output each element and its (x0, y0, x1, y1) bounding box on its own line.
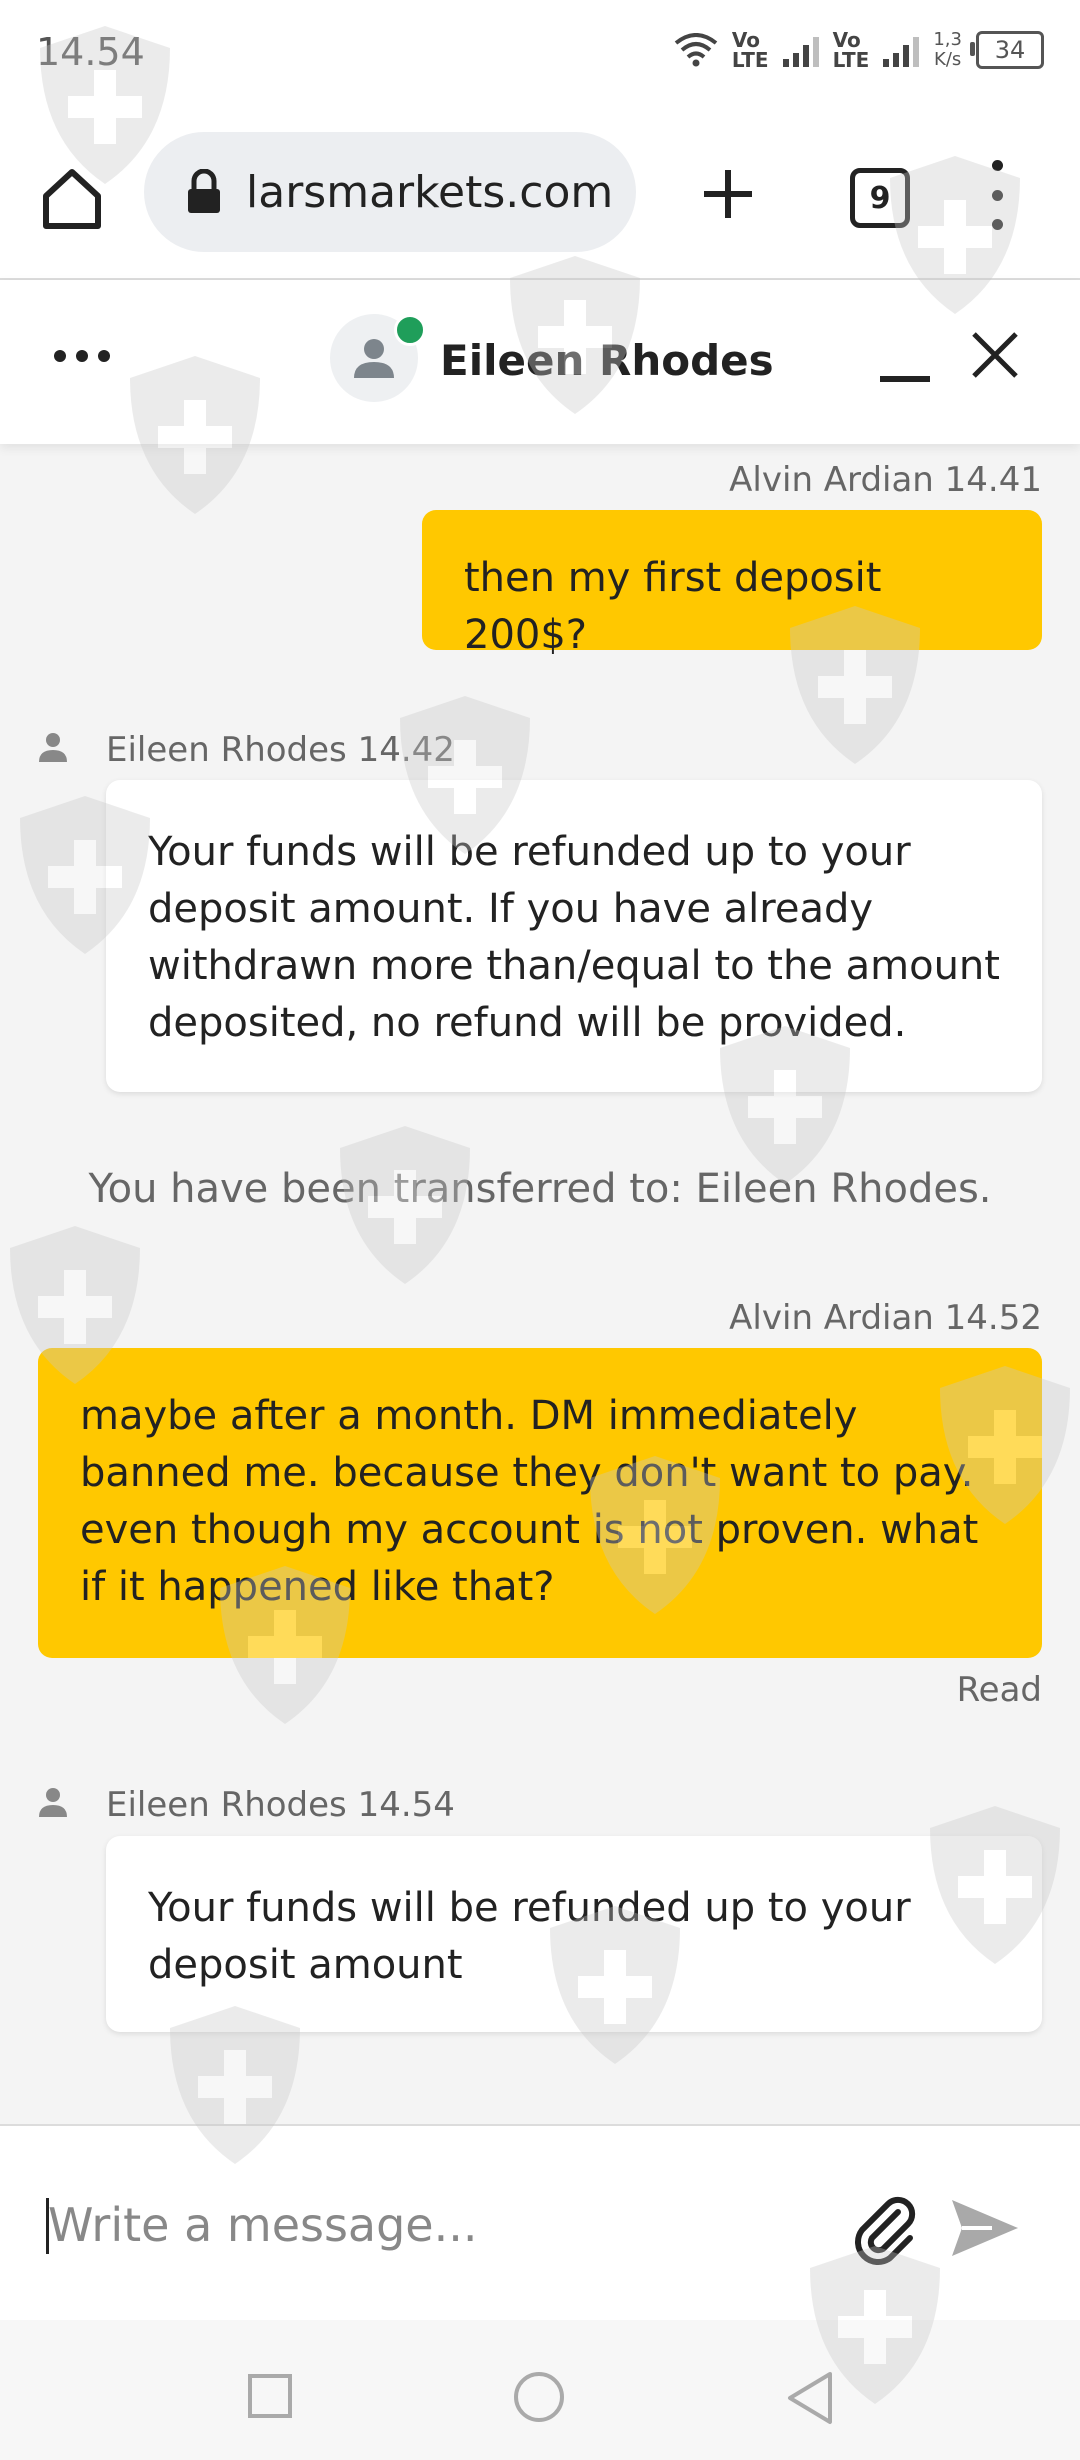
paperclip-icon[interactable] (846, 2190, 922, 2266)
chat-header: Eileen Rhodes (0, 280, 1080, 444)
close-icon[interactable] (970, 330, 1020, 380)
url-text: larsmarkets.com (246, 166, 614, 218)
minimize-icon[interactable] (880, 376, 930, 382)
agent-message-bubble: Your funds will be refunded up to your d… (106, 780, 1042, 1092)
message-meta: Alvin Ardian 14.41 (729, 460, 1042, 500)
sim2-label: Vo LTE (832, 28, 870, 72)
system-nav-bar (0, 2320, 1080, 2460)
online-status-dot (394, 314, 426, 346)
signal-icon (883, 33, 920, 67)
sim1-label: Vo LTE (731, 28, 769, 72)
send-icon[interactable] (948, 2194, 1022, 2262)
message-input[interactable] (46, 2176, 810, 2274)
home-circle-icon[interactable] (514, 2372, 564, 2422)
message-composer (0, 2124, 1080, 2322)
message-meta: Eileen Rhodes 14.42 (106, 730, 455, 770)
address-bar[interactable]: larsmarkets.com (144, 132, 636, 252)
status-time: 14.54 (36, 30, 145, 74)
signal-icon (782, 33, 819, 67)
message-meta: Alvin Ardian 14.52 (729, 1298, 1042, 1338)
agent-message-bubble: Your funds will be refunded up to your d… (106, 1836, 1042, 2032)
back-icon[interactable] (786, 2370, 834, 2426)
tabs-icon[interactable]: 9 (850, 168, 910, 228)
browser-toolbar: larsmarkets.com 9 (0, 110, 1080, 280)
status-icons: Vo LTE Vo LTE 1,3 K/s 34 (674, 30, 1044, 70)
more-vert-icon[interactable] (982, 160, 1012, 230)
system-message: You have been transferred to: Eileen Rho… (88, 1166, 992, 1212)
lock-icon (188, 169, 220, 213)
text-caret (46, 2198, 49, 2254)
user-message-bubble: maybe after a month. DM immediately bann… (38, 1348, 1042, 1658)
person-icon (39, 733, 67, 762)
battery-level: 34 (994, 36, 1026, 64)
agent-name: Eileen Rhodes (440, 336, 774, 385)
recents-icon[interactable] (248, 2374, 292, 2418)
tab-count: 9 (869, 180, 891, 216)
user-message-bubble: then my first deposit 200$? (422, 510, 1042, 658)
plus-icon[interactable] (700, 166, 756, 222)
home-icon[interactable] (36, 162, 108, 234)
wifi-icon (674, 33, 718, 67)
more-horiz-icon[interactable] (54, 350, 110, 362)
network-speed: 1,3 K/s (933, 29, 962, 70)
person-icon (39, 1788, 67, 1817)
read-receipt: Read (956, 1670, 1042, 1710)
message-meta: Eileen Rhodes 14.54 (106, 1785, 455, 1825)
battery-icon: 34 (970, 31, 1044, 69)
status-bar: 14.54 Vo LTE Vo LTE 1,3 K/s 34 (0, 0, 1080, 110)
